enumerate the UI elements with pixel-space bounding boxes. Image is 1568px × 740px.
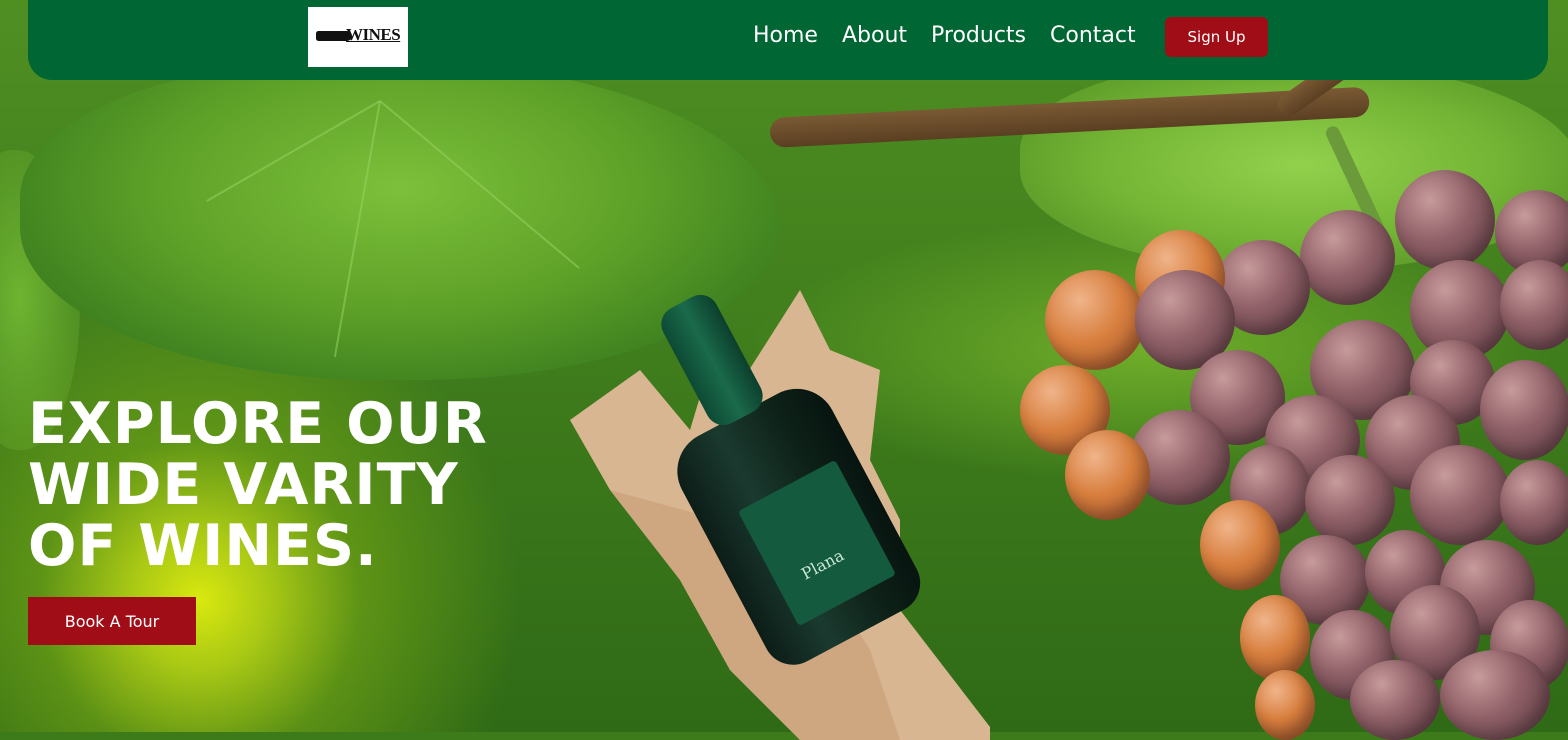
sign-up-button[interactable]: Sign Up: [1165, 17, 1268, 57]
nav-link-home[interactable]: Home: [753, 20, 818, 52]
nav-link-contact[interactable]: Contact: [1050, 20, 1136, 52]
nav-link-about[interactable]: About: [842, 20, 907, 52]
book-a-tour-button[interactable]: Book A Tour: [28, 597, 196, 645]
nav-menu: Home About Products Contact: [753, 20, 1136, 52]
nav-link-products[interactable]: Products: [931, 20, 1026, 52]
site-logo[interactable]: WINES: [308, 7, 408, 67]
logo-text: WINES: [346, 25, 401, 44]
hero-background: Plana: [0, 0, 1568, 740]
hero-headline: EXPLORE OUR WIDE VARITY OF WINES.: [28, 391, 488, 579]
